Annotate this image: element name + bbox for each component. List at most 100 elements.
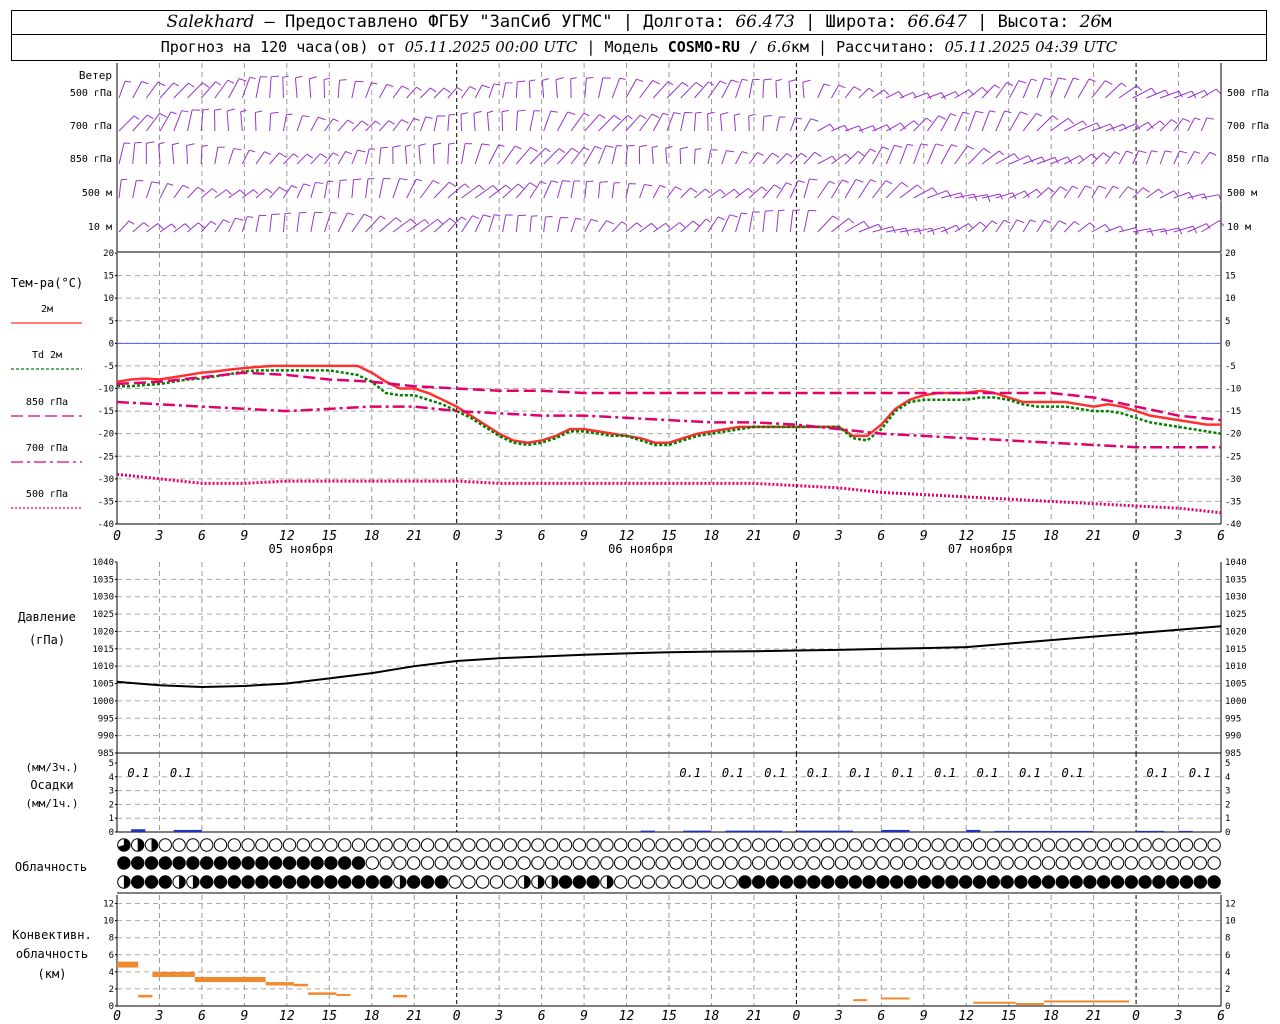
wind-barb-shaft [1187,151,1195,165]
wind-barb-shaft [501,111,504,132]
wind-level-label-left: 10 м [88,222,112,233]
conv-xtick-label: 6 [538,1009,546,1024]
wind-barb-shaft [1022,113,1037,132]
wind-barb-flag [829,180,835,185]
wind-barb-shaft [652,185,661,199]
cloud-cover-symbol [489,856,504,870]
wind-barb-shaft [680,187,691,199]
temp-xtick-label: 9 [580,529,588,544]
conv-xtick-label: 12 [619,1009,635,1024]
wind-barb-flag [659,185,666,188]
wind-barb-flag [1158,188,1164,194]
wind-barb-flag [1194,151,1201,154]
wind-barb-flag [401,85,410,90]
wind-barb-flag [562,180,571,182]
cloud-cover-symbol [1028,875,1042,889]
wind-barb-shaft [515,182,531,199]
wind-barb-flag [481,143,490,146]
wind-barb-flag [627,115,633,120]
wind-barb-flag [1079,155,1084,161]
wind-barb-flag [223,219,230,224]
wind-barb-flag [211,188,218,193]
wind-barb-shaft [296,153,308,165]
press-ytick-left: 1005 [92,680,114,690]
wind-barb-flag [570,77,577,80]
cloud-cover-symbol [1193,838,1208,852]
wind-barb-shaft [694,81,709,99]
temp-ytick-right: -25 [1225,452,1241,462]
cloud-cover-symbol [821,875,835,889]
wind-barb-shaft [625,78,637,99]
precip-ytick-right: 3 [1225,787,1230,797]
wind-barb-flag [167,183,174,186]
wind-barb-shaft [296,115,303,132]
wind-barb-flag [845,153,851,160]
precip-bar [796,830,853,832]
wind-barb-shaft [940,144,952,165]
cloud-cover-symbol [807,856,821,870]
conv-xtick-label: 0 [453,1009,461,1024]
temp-ytick-left: -5 [103,362,114,372]
wind-barb-shaft [858,148,871,165]
cloud-cover-symbol [379,875,393,889]
cloud-cover-symbol [752,875,766,889]
cloud-cover-symbol [1069,838,1083,852]
temp-xtick-label: 0 [113,529,121,544]
wind-barb-flag [814,151,822,157]
cloud-cover-symbol [227,875,242,889]
temp-xtick-label: 0 [792,529,800,544]
conv-xtick-label: 18 [364,1009,380,1024]
conv-cloud-bar [117,961,139,968]
cloud-cover-symbol [324,856,338,870]
precip-amount-label: 0.1 [1062,766,1084,780]
wind-barb-flag [1098,185,1107,190]
wind-barb-flag [240,109,247,113]
wind-barb-flag [651,145,658,148]
cloud-title: Облачность [15,860,87,874]
cloud-cover-symbol [158,856,173,870]
wind-barb-shaft [145,181,153,199]
wind-barb-shaft [406,178,417,199]
wind-barb-flag [885,180,893,185]
cloud-cover-symbol [448,856,462,870]
wind-barb-flag [695,82,703,88]
wind-barb-flag [514,145,522,150]
cloud-cover-symbol [241,856,255,870]
press-ytick-right: 1010 [1225,662,1247,672]
wind-barb-flag [464,183,470,189]
wind-barb-flag [695,111,702,114]
cloud-cover-symbol [1152,875,1166,889]
wind-barb-shaft [240,111,243,132]
wind-barb-shaft [515,215,519,233]
wind-barb-shaft [707,149,712,165]
cloud-cover-symbol [862,838,876,852]
wind-barb-shaft [995,153,1015,165]
temp-ytick-right: -35 [1225,497,1241,507]
cloud-cover-symbol [131,875,145,889]
wind-barb-shaft [255,215,260,233]
cloud-cover-symbol [227,838,242,852]
wind-barb-flag [786,182,793,186]
cloud-cover-symbol [655,838,669,852]
wind-barb-shaft [803,178,810,199]
wind-barb-flag [994,84,1000,89]
cloud-cover-symbol [338,856,352,870]
cloud-cover-symbol [407,856,421,870]
wind-barb-flag [159,113,167,118]
temp-ytick-right: -40 [1225,520,1241,530]
wind-barb-flag [1194,117,1201,121]
conv-ytick-left: 4 [109,968,114,978]
conv-ytick-right: 8 [1225,934,1230,944]
wind-barb-flag [1164,150,1173,153]
wind-barb-shaft [803,118,812,132]
wind-barb-shaft [570,218,577,233]
wind-barb-flag [800,152,808,158]
cloud-cover-symbol [834,856,849,870]
wind-barb-flag [773,184,782,190]
cloud-cover-symbol [365,856,379,870]
wind-barb-shaft [762,116,765,132]
wind-barb-shaft [118,80,126,99]
wind-barb-flag [619,77,626,80]
wind-barb-shaft [1036,219,1045,233]
cloud-cover-symbol [489,838,504,852]
